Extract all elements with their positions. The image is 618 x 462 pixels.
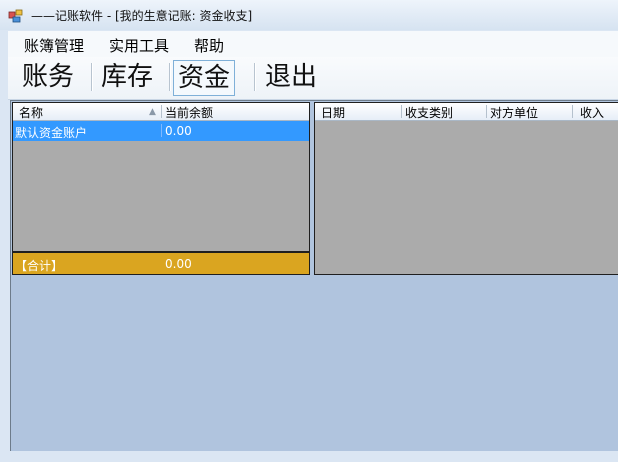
column-header-date[interactable]: 日期 [321,104,345,121]
funds-button[interactable]: 资金 [173,60,236,96]
accounts-grid-header: 名称 ▲ 当前余额 [13,103,309,121]
toolbar: 账务 库存 资金 退出 [8,57,618,100]
menu-item-account-book[interactable]: 账簿管理 [24,35,84,56]
accounting-button[interactable]: 账务 [18,60,78,94]
menu-item-help[interactable]: 帮助 [194,35,224,56]
column-header-income[interactable]: 收入 [580,104,604,121]
window-bottom-border [0,451,618,462]
column-header-category[interactable]: 收支类别 [405,104,453,121]
window-title: ——记账软件 - [我的生意记账: 资金收支] [31,9,253,23]
column-separator[interactable] [486,105,487,118]
total-row: 【合计】 0.00 [13,251,309,274]
toolbar-separator [254,63,256,91]
table-row[interactable]: 默认资金账户 0.00 [13,121,309,141]
column-header-counterparty[interactable]: 对方单位 [490,104,538,121]
total-balance: 0.00 [165,257,192,271]
column-separator[interactable] [401,105,402,118]
app-window: ——记账软件 - [我的生意记账: 资金收支] 账簿管理 实用工具 帮助 账务 … [0,0,618,462]
toolbar-separator [91,63,93,91]
menu-item-tools[interactable]: 实用工具 [109,35,169,56]
account-balance-cell: 0.00 [165,124,192,138]
inventory-button[interactable]: 库存 [97,60,157,94]
title-bar[interactable]: ——记账软件 - [我的生意记账: 资金收支] [0,0,618,30]
exit-button[interactable]: 退出 [261,60,321,94]
accounts-grid[interactable]: 名称 ▲ 当前余额 默认资金账户 0.00 【合计】 0.00 [12,102,310,275]
total-label: 【合计】 [15,259,64,273]
column-header-balance[interactable]: 当前余额 [165,104,213,121]
transactions-grid[interactable]: 日期 收支类别 对方单位 收入 [314,102,618,275]
column-separator [161,124,162,137]
transactions-grid-header: 日期 收支类别 对方单位 收入 [315,103,618,121]
column-header-name[interactable]: 名称 [19,104,43,121]
column-separator[interactable] [161,105,162,118]
sort-ascending-icon: ▲ [149,107,156,117]
app-icon [8,9,23,23]
column-separator[interactable] [572,105,573,118]
toolbar-separator [169,63,171,91]
menu-bar: 账簿管理 实用工具 帮助 [8,31,618,57]
client-area: 名称 ▲ 当前余额 默认资金账户 0.00 【合计】 0.00 日期 收支类别 [10,100,618,452]
account-name-cell: 默认资金账户 [15,126,88,140]
